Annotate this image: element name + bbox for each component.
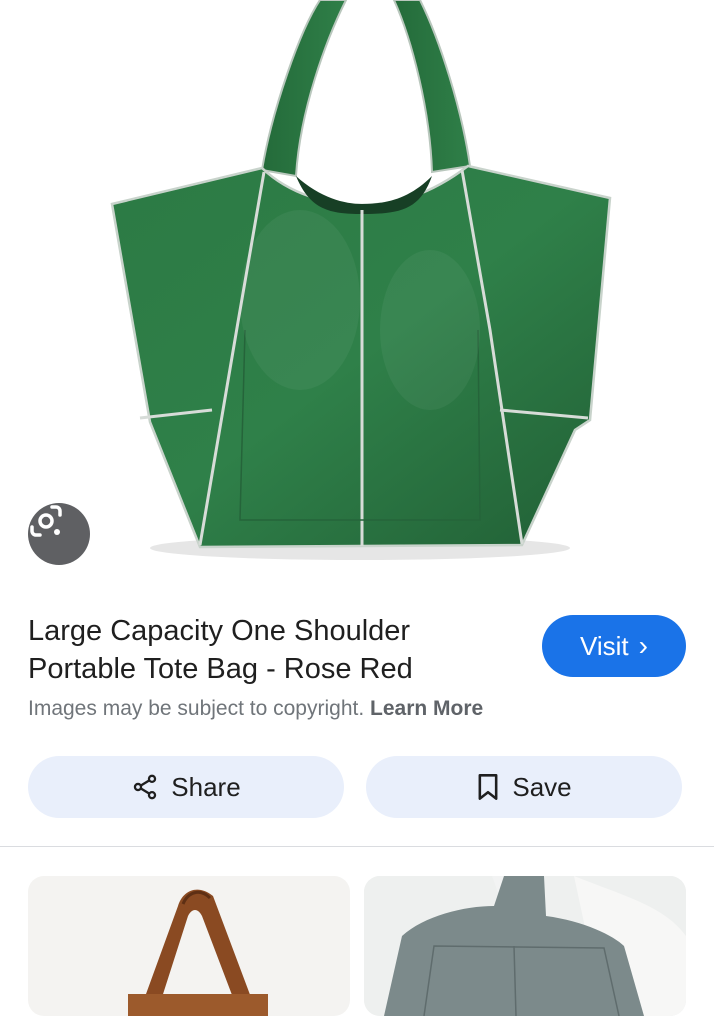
chevron-right-icon: › [638,630,648,661]
google-lens-button[interactable] [28,503,90,565]
copyright-notice: Images may be subject to copyright. Lear… [28,697,483,721]
grey-tote-bag-illustration [364,876,686,1016]
product-title-line2: Portable Tote Bag - Rose Red [28,653,413,685]
share-button[interactable]: Share [28,756,344,818]
visit-button[interactable]: Visit › [542,615,686,677]
product-title[interactable]: Large Capacity One Shoulder Portable Tot… [28,612,508,688]
learn-more-link[interactable]: Learn More [370,697,483,720]
section-divider [0,846,714,847]
copyright-text: Images may be subject to copyright. [28,697,365,720]
save-button[interactable]: Save [366,756,682,818]
product-image[interactable] [0,0,714,592]
share-icon [134,774,157,800]
related-image-brown-tote[interactable] [28,876,350,1016]
bookmark-icon [478,774,498,800]
brown-tote-bag-illustration [128,889,268,1016]
related-image-grey-tote[interactable] [364,876,686,1016]
visit-label: Visit [580,630,629,661]
google-lens-icon [30,505,62,537]
save-label: Save [512,771,572,802]
product-title-line1: Large Capacity One Shoulder [28,615,411,647]
green-tote-bag-illustration [110,0,612,560]
share-label: Share [171,771,241,802]
